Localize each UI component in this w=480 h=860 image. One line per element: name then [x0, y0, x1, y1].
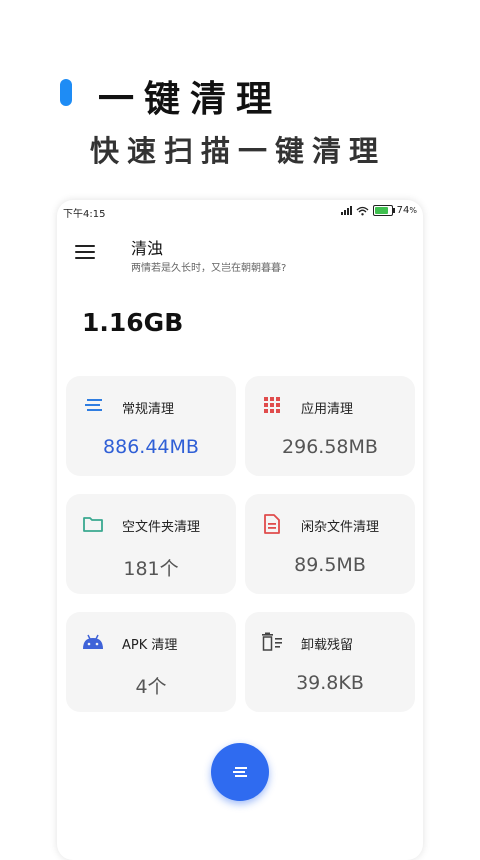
wifi-icon: [356, 206, 369, 215]
card-value: 39.8KB: [296, 672, 364, 694]
app-header: 清浊 两情若是久长时，又岂在朝朝暮暮?: [57, 228, 423, 280]
card-value: 4个: [135, 676, 167, 698]
card-label: 常规清理: [122, 402, 175, 417]
android-icon: [83, 634, 103, 649]
card-label: 卸载残留: [301, 638, 354, 653]
card-misc-file-clean[interactable]: 闲杂文件清理 89.5MB: [245, 494, 415, 594]
card-uninstall-residue[interactable]: 卸载残留 39.8KB: [245, 612, 415, 712]
document-icon: [264, 514, 280, 534]
card-value: 886.44MB: [103, 436, 199, 458]
promo-accent-bar: [60, 79, 72, 106]
battery-icon: [372, 205, 395, 216]
card-regular-clean[interactable]: 常规清理 886.44MB: [66, 376, 236, 476]
app-title: 清浊: [131, 239, 164, 258]
list-lines-icon: [233, 767, 247, 777]
card-empty-folder-clean[interactable]: 空文件夹清理 181个: [66, 494, 236, 594]
signal-icon: [340, 206, 352, 215]
status-time: 下午4:15: [63, 209, 106, 220]
battery-percent: 74%: [396, 205, 417, 216]
list-lines-icon: [85, 399, 102, 411]
card-value: 89.5MB: [294, 554, 366, 576]
card-value: 296.58MB: [282, 436, 378, 458]
phone-screen: 下午4:15 74% 清浊 两情若是久长时，又岂在朝朝暮暮? 1.16GB 常规…: [57, 200, 423, 860]
card-apk-clean[interactable]: APK 清理 4个: [66, 612, 236, 712]
start-clean-button[interactable]: [211, 743, 269, 801]
total-junk-size: 1.16GB: [82, 308, 184, 337]
app-grid-icon: [264, 397, 280, 413]
menu-icon[interactable]: [75, 244, 95, 260]
card-value: 181个: [123, 558, 179, 580]
card-app-clean[interactable]: 应用清理 296.58MB: [245, 376, 415, 476]
promo-subtitle: 快速扫描一键清理: [90, 134, 387, 168]
card-label: 闲杂文件清理: [301, 520, 380, 535]
card-label: 空文件夹清理: [122, 520, 201, 535]
promo-title: 一键清理: [98, 78, 283, 120]
status-bar: 下午4:15 74%: [57, 200, 423, 224]
card-label: 应用清理: [301, 402, 354, 417]
card-label: APK 清理: [122, 638, 178, 653]
app-subtitle: 两情若是久长时，又岂在朝朝暮暮?: [131, 263, 287, 274]
status-icons: 74%: [340, 205, 417, 216]
trash-list-icon: [262, 632, 282, 651]
folder-icon: [83, 517, 103, 532]
